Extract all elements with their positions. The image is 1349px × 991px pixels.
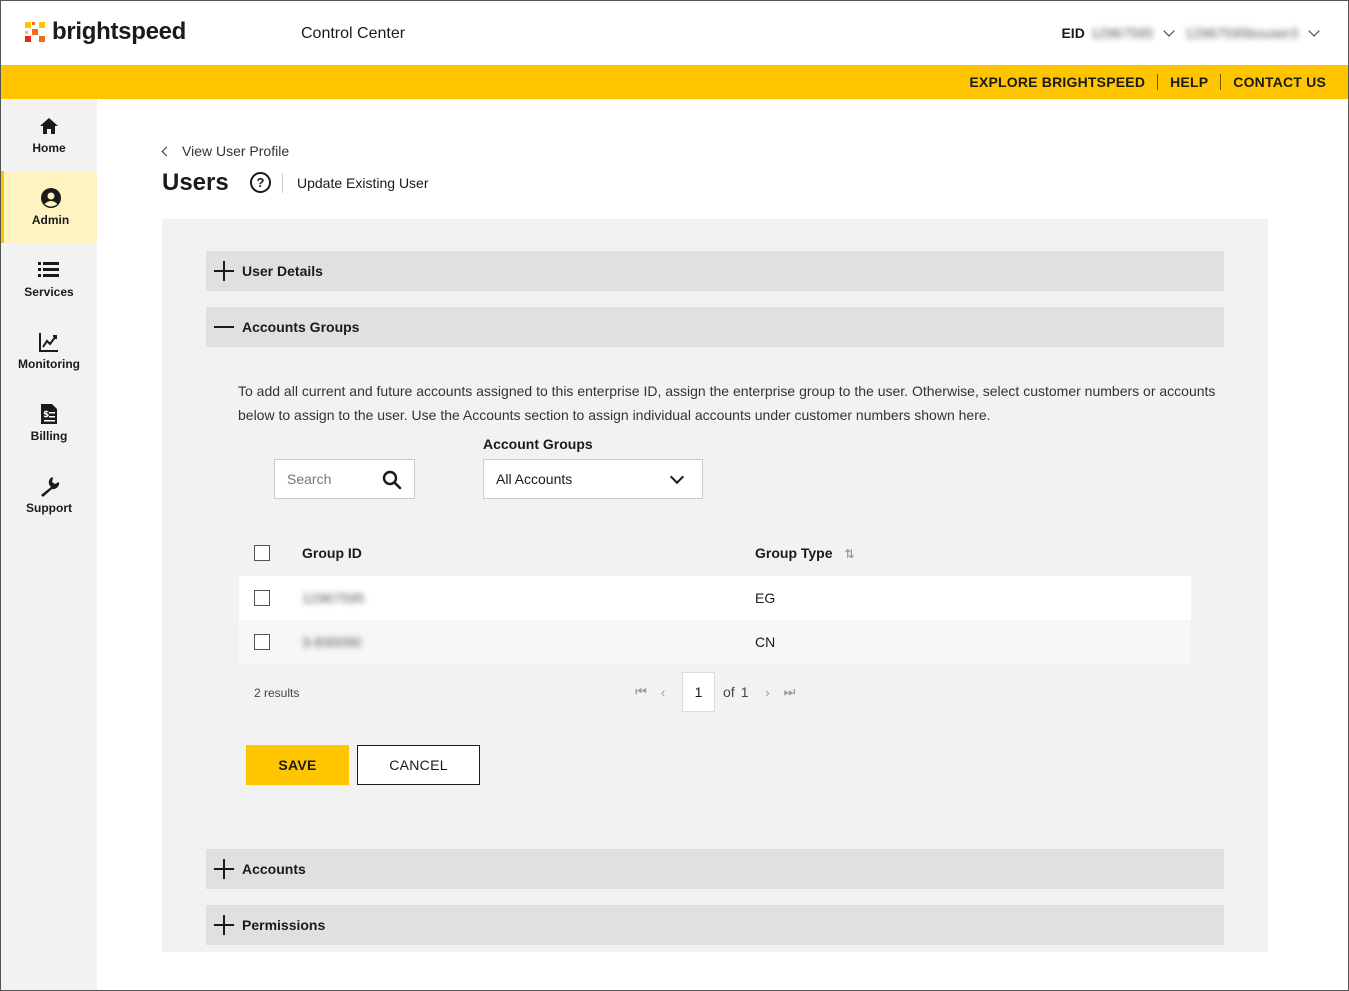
- column-header-group-id[interactable]: Group ID: [302, 545, 362, 561]
- next-page-icon[interactable]: ›: [756, 685, 778, 700]
- page-number-input[interactable]: 1: [682, 672, 715, 712]
- wrench-icon: [38, 475, 60, 497]
- prev-page-icon[interactable]: ‹: [652, 685, 674, 700]
- column-header-label: Group Type: [755, 545, 833, 561]
- accounts-groups-description: To add all current and future accounts a…: [238, 383, 1216, 423]
- account-switcher: EID 12967595 12967595bouser3: [1061, 25, 1320, 41]
- back-link-label: View User Profile: [182, 143, 290, 159]
- back-link[interactable]: View User Profile: [161, 143, 290, 159]
- accordion-title: Accounts: [242, 861, 306, 877]
- top-header: brightspeed Control Center EID 12967595 …: [1, 1, 1348, 65]
- row-checkbox[interactable]: [254, 634, 270, 650]
- help-circle-icon[interactable]: ?: [250, 172, 271, 193]
- invoice-icon: $: [38, 403, 60, 425]
- accordion-accounts-groups[interactable]: Accounts Groups: [206, 307, 1224, 347]
- logo-mark-icon: [23, 20, 47, 44]
- sidebar-item-billing[interactable]: $ Billing: [1, 387, 97, 459]
- explore-brightspeed-link[interactable]: EXPLORE BRIGHTSPEED: [957, 74, 1157, 90]
- pagination: ⏮ ‹ 1 of 1 › ⏭: [630, 672, 800, 712]
- eid-value[interactable]: 12967595: [1091, 25, 1153, 41]
- plus-icon: [214, 261, 234, 281]
- account-groups-selected-value: All Accounts: [496, 471, 573, 487]
- sidebar: Home Admin Services Monitoring $ Billing: [1, 99, 97, 990]
- select-all-checkbox[interactable]: [254, 545, 270, 561]
- search-input[interactable]: Search: [274, 459, 415, 499]
- search-placeholder: Search: [287, 471, 332, 487]
- brand-name: brightspeed: [52, 18, 187, 45]
- accordion-title: User Details: [242, 263, 323, 279]
- page-total: 1: [740, 684, 749, 700]
- group-type-cell: CN: [755, 634, 776, 650]
- sidebar-item-label: Services: [24, 285, 74, 299]
- sidebar-item-admin[interactable]: Admin: [1, 171, 97, 243]
- app-window: brightspeed Control Center EID 12967595 …: [0, 0, 1349, 991]
- accordion-title: Permissions: [242, 917, 326, 933]
- chevron-down-icon: [669, 469, 685, 485]
- table-row[interactable]: 12967595 EG: [239, 576, 1191, 620]
- chart-icon: [38, 331, 60, 353]
- plus-icon: [214, 915, 234, 935]
- page-subtitle: Update Existing User: [297, 175, 429, 191]
- sidebar-item-monitoring[interactable]: Monitoring: [1, 315, 97, 387]
- edit-user-panel: User Details Accounts Groups To add all …: [162, 219, 1268, 952]
- page-title: Users: [162, 169, 229, 196]
- list-icon: [38, 259, 60, 281]
- brand-logo[interactable]: brightspeed: [23, 18, 186, 46]
- sidebar-item-label: Support: [26, 501, 72, 515]
- plus-icon: [214, 859, 234, 879]
- user-menu[interactable]: 12967595bouser3: [1185, 25, 1298, 41]
- sidebar-item-home[interactable]: Home: [1, 99, 97, 171]
- minus-icon: [214, 317, 234, 337]
- app-title: Control Center: [301, 25, 406, 42]
- sidebar-item-support[interactable]: Support: [1, 459, 97, 531]
- sidebar-item-label: Billing: [30, 429, 68, 443]
- chevron-left-icon: [161, 146, 172, 156]
- svg-text:$: $: [43, 410, 49, 420]
- title-divider: [282, 173, 283, 193]
- sort-icon[interactable]: ⇅: [844, 547, 854, 561]
- account-groups-label: Account Groups: [483, 436, 593, 452]
- eid-label: EID: [1061, 25, 1085, 41]
- search-icon[interactable]: [382, 470, 402, 490]
- last-page-icon[interactable]: ⏭: [778, 684, 800, 700]
- save-button[interactable]: SAVE: [246, 745, 349, 785]
- sidebar-item-label: Admin: [31, 213, 70, 227]
- home-icon: [38, 115, 60, 137]
- account-groups-select[interactable]: All Accounts: [483, 459, 703, 499]
- user-chevron-down-icon[interactable]: [1308, 25, 1320, 37]
- group-id-cell: 12967595: [302, 590, 365, 606]
- accordion-title: Accounts Groups: [242, 319, 360, 335]
- page-of-label: of: [723, 684, 735, 700]
- contact-us-link[interactable]: CONTACT US: [1221, 74, 1326, 90]
- first-page-icon[interactable]: ⏮: [630, 684, 652, 700]
- sidebar-item-label: Home: [32, 141, 66, 155]
- results-count: 2 results: [254, 686, 300, 700]
- eid-chevron-down-icon[interactable]: [1163, 25, 1175, 37]
- row-checkbox[interactable]: [254, 590, 270, 606]
- utility-nav: EXPLORE BRIGHTSPEED HELP CONTACT US: [1, 65, 1348, 99]
- cancel-button[interactable]: CANCEL: [357, 745, 480, 785]
- accordion-accounts[interactable]: Accounts: [206, 849, 1224, 889]
- accordion-user-details[interactable]: User Details: [206, 251, 1224, 291]
- help-link[interactable]: HELP: [1158, 74, 1220, 90]
- group-type-cell: EG: [755, 590, 776, 606]
- sidebar-item-label: Monitoring: [18, 357, 80, 371]
- column-header-group-type[interactable]: Group Type ⇅: [755, 545, 854, 561]
- group-id-cell: 3-830090: [302, 634, 362, 650]
- table-row[interactable]: 3-830090 CN: [239, 620, 1191, 664]
- accordion-permissions[interactable]: Permissions: [206, 905, 1224, 945]
- sidebar-item-services[interactable]: Services: [1, 243, 97, 315]
- user-circle-icon: [40, 187, 62, 209]
